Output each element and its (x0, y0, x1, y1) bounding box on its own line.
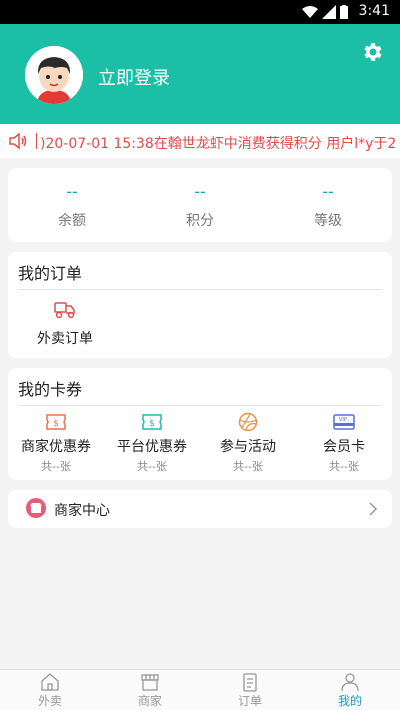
my-orders-card: 我的订单 外卖订单 (8, 252, 392, 358)
merchant-center-label: 商家中心 (54, 503, 110, 519)
stat-value: -- (194, 182, 206, 201)
svg-text:$: $ (149, 419, 155, 429)
coupon-count: 共--张 (137, 460, 167, 473)
section-title: 我的卡券 (18, 380, 83, 399)
coupon-count: 共--张 (41, 460, 71, 473)
coupon-label: 商家优惠券 (21, 439, 91, 455)
battery-icon (340, 5, 348, 19)
vip-card-button[interactable]: VIP 会员卡 共--张 (296, 412, 392, 474)
stat-value: -- (66, 182, 78, 201)
vip-card-icon: VIP (333, 414, 355, 430)
store-icon (141, 674, 159, 691)
coupon-count: 共--张 (233, 460, 263, 473)
status-bar: 3:41 (0, 0, 400, 24)
stat-value: -- (322, 182, 334, 201)
stat-balance[interactable]: -- 余额 (8, 168, 136, 242)
profile-icon (341, 673, 359, 692)
avatar[interactable] (25, 46, 83, 104)
tab-profile[interactable]: 我的 (300, 670, 400, 710)
wifi-icon (302, 6, 318, 18)
coupon-label: 平台优惠券 (117, 439, 187, 455)
login-link[interactable]: 立即登录 (98, 64, 170, 90)
coupon-count: 共--张 (329, 460, 359, 473)
svg-text:VIP: VIP (339, 417, 347, 423)
tab-label: 我的 (337, 694, 362, 708)
delivery-scooter-icon (54, 302, 75, 319)
coupon-label: 会员卡 (323, 439, 365, 455)
coupon-label: 参与活动 (220, 439, 276, 455)
status-icons (302, 5, 348, 19)
platform-coupon-icon: $ (142, 414, 162, 430)
merchant-coupon-button[interactable]: $ 商家优惠券 共--张 (8, 412, 104, 474)
merchant-store-icon (26, 498, 46, 518)
my-coupons-card: 我的卡券 $ 商家优惠券 共--张 $ 平台优惠券 共--张 参与活动 共--张… (8, 368, 392, 480)
merchant-center-row[interactable]: 商家中心 (8, 490, 392, 528)
order-clipboard-icon (243, 673, 257, 692)
tab-orders[interactable]: 订单 (200, 670, 300, 710)
activity-button[interactable]: 参与活动 共--张 (200, 412, 296, 474)
tab-label: 外卖 (37, 694, 62, 708)
platform-coupon-button[interactable]: $ 平台优惠券 共--张 (104, 412, 200, 474)
coupon-row: $ 商家优惠券 共--张 $ 平台优惠券 共--张 参与活动 共--张 VIP … (8, 412, 392, 474)
stat-label: 余额 (58, 213, 86, 229)
section-title: 我的订单 (18, 264, 83, 283)
order-item-label: 外卖订单 (37, 331, 93, 347)
account-stats-card: -- 余额 -- 积分 -- 等级 (8, 168, 392, 242)
signal-icon (322, 5, 336, 19)
svg-text:$: $ (53, 419, 59, 429)
announcement-ticker[interactable]: )20-07-01 15:38在翰世龙虾中消费获得积分 用户l*y于2 (0, 124, 400, 158)
tab-label: 商家 (137, 694, 162, 708)
stat-level[interactable]: -- 等级 (264, 168, 392, 242)
delivery-orders-button[interactable]: 外卖订单 (30, 300, 100, 348)
stat-label: 等级 (314, 213, 342, 229)
tab-delivery[interactable]: 外卖 (0, 670, 100, 710)
merchant-coupon-icon: $ (46, 414, 66, 430)
status-time: 3:41 (358, 3, 390, 19)
activity-icon (238, 412, 258, 432)
avatar-boy-icon (25, 46, 83, 104)
bottom-tab-bar: 外卖 商家 订单 我的 (0, 669, 400, 710)
chevron-right-icon (369, 502, 378, 516)
divider (18, 289, 382, 290)
tab-label: 订单 (237, 694, 262, 708)
stat-label: 积分 (186, 213, 214, 229)
tab-merchants[interactable]: 商家 (100, 670, 200, 710)
divider (18, 405, 382, 406)
home-icon (41, 673, 59, 691)
ticker-text: )20-07-01 15:38在翰世龙虾中消费获得积分 用户l*y于2 (40, 136, 397, 151)
stat-points[interactable]: -- 积分 (136, 168, 264, 242)
speaker-icon (9, 132, 27, 150)
profile-header: 立即登录 (0, 24, 400, 124)
gear-icon[interactable] (360, 40, 384, 64)
ticker-divider (36, 133, 37, 149)
